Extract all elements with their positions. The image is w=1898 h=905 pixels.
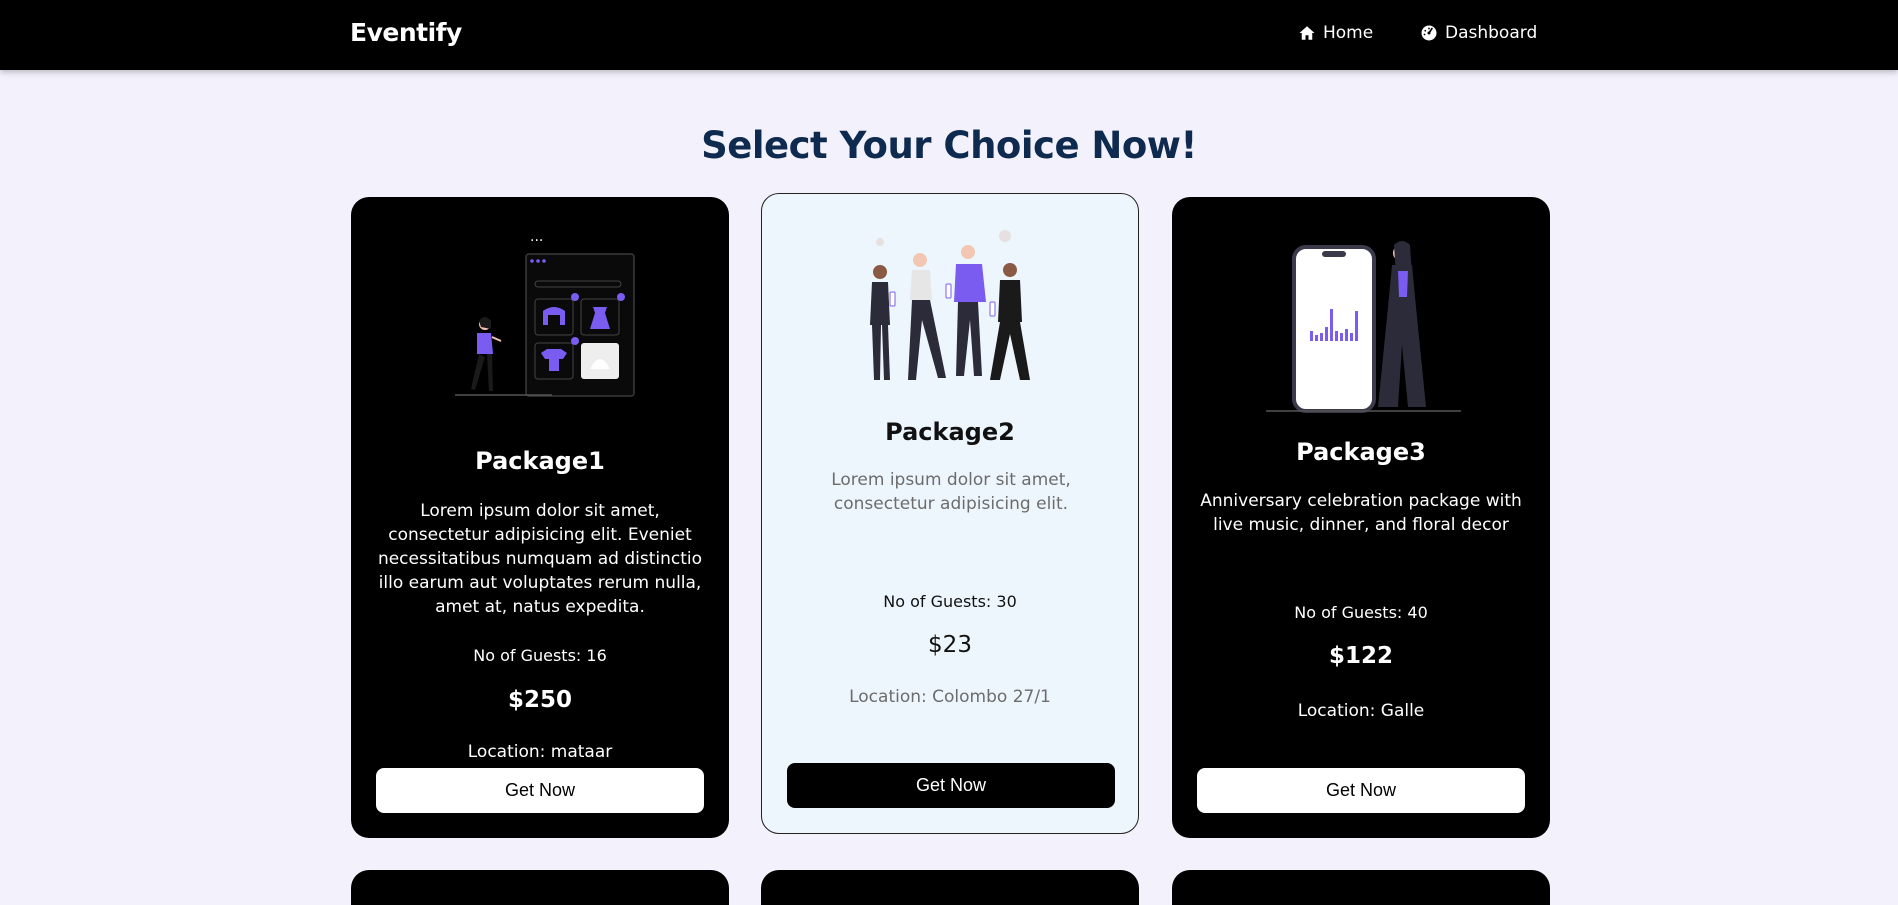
page-title: Select Your Choice Now! — [701, 124, 1197, 167]
package-description: Lorem ipsum dolor sit amet, consectetur … — [377, 501, 703, 617]
package-card-6 — [1172, 870, 1550, 905]
package-name: Package3 — [1296, 438, 1426, 466]
online-shopping-illustration: ... — [351, 229, 729, 429]
nav-link-dashboard[interactable]: Dashboard — [1420, 23, 1537, 43]
get-now-button[interactable]: Get Now — [787, 763, 1115, 808]
nav-link-dashboard-label: Dashboard — [1445, 23, 1538, 43]
package-card-2: Package2 Lorem ipsum dolor sit amet, con… — [761, 193, 1139, 834]
nav-link-home-label: Home — [1323, 23, 1374, 43]
package-name: Package2 — [885, 418, 1015, 446]
package-card-4 — [351, 870, 729, 905]
package-guests: No of Guests: 30 — [883, 592, 1017, 611]
party-people-illustration — [762, 230, 1138, 400]
home-icon — [1299, 26, 1315, 40]
package-price: $122 — [1328, 643, 1393, 669]
package-name: Package1 — [475, 447, 605, 475]
dashboard-icon — [1421, 25, 1437, 41]
package-card-5 — [761, 870, 1139, 905]
package-location: Location: Galle — [1297, 701, 1425, 721]
package-location: Location: mataar — [467, 742, 613, 762]
package-card-3: Package3 Anniversary celebration package… — [1172, 197, 1550, 838]
package-guests: No of Guests: 16 — [473, 646, 607, 665]
package-price: $23 — [928, 632, 972, 658]
phone-analytics-illustration — [1172, 235, 1550, 415]
get-now-button[interactable]: Get Now — [376, 768, 704, 813]
nav-link-home[interactable]: Home — [1298, 23, 1373, 43]
package-description: Anniversary celebration package with liv… — [1200, 491, 1522, 535]
svg-text:...: ... — [530, 229, 543, 245]
package-description: Lorem ipsum dolor sit amet, consectetur … — [831, 470, 1071, 514]
package-card-1: ... Package1 Lorem ipsum dolor sit amet,… — [351, 197, 729, 838]
brand-logo[interactable]: Eventify — [350, 18, 462, 47]
package-location: Location: Colombo 27/1 — [849, 687, 1051, 707]
navbar: Eventify Home Dashboard — [0, 0, 1898, 70]
package-price: $250 — [507, 687, 572, 713]
package-guests: No of Guests: 40 — [1294, 603, 1428, 622]
get-now-button[interactable]: Get Now — [1197, 768, 1525, 813]
